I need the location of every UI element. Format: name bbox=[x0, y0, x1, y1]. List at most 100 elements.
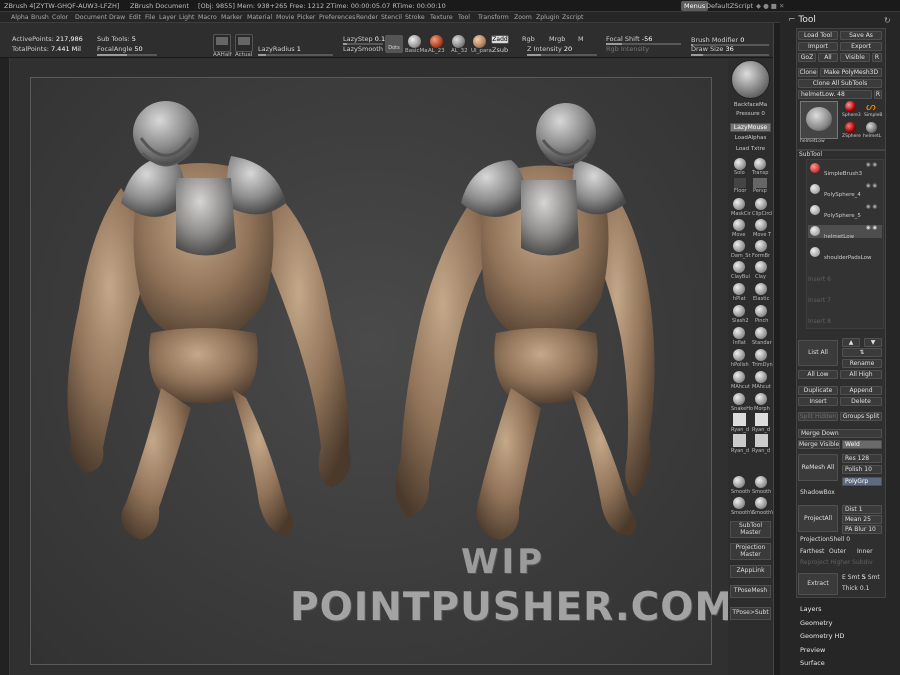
projectall-button[interactable]: ProjectAll bbox=[798, 505, 838, 532]
goz-visible-button[interactable]: Visible bbox=[840, 53, 870, 62]
menu-draw[interactable]: Draw bbox=[109, 14, 125, 21]
zadd-button[interactable]: Zadd bbox=[491, 35, 509, 44]
ryan-brush-3-icon[interactable] bbox=[733, 434, 746, 447]
all-high-button[interactable]: All High bbox=[840, 370, 882, 379]
panel-splitter[interactable] bbox=[773, 23, 780, 675]
left-tray[interactable] bbox=[0, 58, 10, 675]
menu-zplugin[interactable]: Zplugin bbox=[536, 14, 559, 21]
menu-layer[interactable]: Layer bbox=[159, 14, 176, 21]
subtool-item[interactable]: PolySphere_5 ◉ ◉ bbox=[808, 204, 882, 219]
inner-button[interactable]: Inner bbox=[857, 548, 873, 555]
tpose-subtool-button[interactable]: TPose>Subt bbox=[730, 607, 771, 620]
menu-movie[interactable]: Movie bbox=[276, 14, 294, 21]
standard-icon[interactable] bbox=[755, 327, 767, 339]
solo-icon[interactable] bbox=[734, 158, 746, 170]
projection-shell-slider[interactable]: ProjectionShell 0 bbox=[800, 536, 850, 543]
pinch-icon[interactable] bbox=[755, 305, 767, 317]
lazy-radius-track[interactable] bbox=[258, 54, 333, 56]
menu-preferences[interactable]: Preferences bbox=[319, 14, 355, 21]
z-intensity-slider[interactable]: Z Intensity 20 bbox=[527, 45, 572, 53]
refresh-icon[interactable]: ↻ bbox=[884, 16, 891, 25]
persp-icon[interactable] bbox=[753, 178, 767, 188]
menu-texture[interactable]: Texture bbox=[430, 14, 453, 21]
visibility-eye-icon[interactable]: ◉ ◉ bbox=[866, 183, 877, 189]
menu-transform[interactable]: Transform bbox=[478, 14, 509, 21]
trimdynamic-icon[interactable] bbox=[755, 349, 767, 361]
subtool-master-button[interactable]: SubTool Master bbox=[730, 521, 771, 538]
goz-all-button[interactable]: All bbox=[818, 53, 838, 62]
export-button[interactable]: Export bbox=[840, 42, 882, 51]
maskcircle-icon[interactable] bbox=[733, 198, 745, 210]
layers-section[interactable]: Layers bbox=[800, 605, 822, 613]
rgb-button[interactable]: Rgb bbox=[522, 35, 535, 43]
menu-render[interactable]: Render bbox=[356, 14, 378, 21]
clay-icon[interactable] bbox=[755, 261, 767, 273]
simplebrush-thumb-icon[interactable]: ᔕ bbox=[866, 100, 876, 113]
remesh-all-button[interactable]: ReMesh All bbox=[798, 454, 838, 481]
subtool-item[interactable]: shoulderPadsLow bbox=[808, 246, 882, 261]
brush-modifier-slider[interactable]: Brush Modifier 0 bbox=[691, 36, 744, 44]
lazy-radius-slider[interactable]: LazyRadius 1 bbox=[258, 45, 301, 53]
smoothvalleys-2-icon[interactable] bbox=[755, 497, 767, 509]
mahcut-icon[interactable] bbox=[733, 371, 745, 383]
hplanar-icon[interactable] bbox=[733, 283, 745, 295]
subtool-item-selected[interactable]: helmetLow ◉ ◉ bbox=[808, 225, 882, 240]
polish-slider[interactable]: Polish 10 bbox=[842, 465, 882, 474]
move-brush-icon[interactable] bbox=[733, 219, 745, 231]
window-controls-icon[interactable]: ◆ ● ■ ✕ bbox=[756, 2, 784, 10]
outer-button[interactable]: Outer bbox=[829, 548, 846, 555]
list-all-button[interactable]: List All bbox=[798, 340, 838, 366]
insert-button[interactable]: Insert bbox=[798, 397, 838, 406]
all-low-button[interactable]: All Low bbox=[798, 370, 838, 379]
split-hidden-button[interactable]: Split Hidden bbox=[798, 412, 838, 421]
transp-icon[interactable] bbox=[754, 158, 766, 170]
default-script-button[interactable]: DefaultZScript bbox=[706, 2, 753, 10]
smoothvalleys-icon[interactable] bbox=[733, 497, 745, 509]
focal-angle-slider[interactable]: FocalAngle 50 bbox=[97, 45, 143, 53]
pressure-slider[interactable]: Pressure 0 bbox=[730, 111, 771, 117]
menu-zscript[interactable]: Zscript bbox=[562, 14, 583, 21]
subtool-item[interactable]: SimpleBrush3 ◉ ◉ bbox=[808, 162, 882, 177]
thick-slider[interactable]: Thick 0.1 bbox=[842, 585, 869, 592]
material-al32-icon[interactable] bbox=[452, 35, 465, 48]
zsphere-thumb-icon[interactable] bbox=[845, 122, 856, 133]
dist-slider[interactable]: Dist 1 bbox=[842, 505, 882, 514]
res-slider[interactable]: Res 128 bbox=[842, 454, 882, 463]
current-tool-slider[interactable]: helmetLow. 48 bbox=[798, 90, 872, 99]
mahcut-2-icon[interactable] bbox=[755, 371, 767, 383]
load-texture-button[interactable]: Load Txtre bbox=[730, 146, 771, 152]
material-ui-icon[interactable] bbox=[473, 35, 486, 48]
menu-macro[interactable]: Macro bbox=[198, 14, 217, 21]
visibility-eye-icon[interactable]: ◉ ◉ bbox=[866, 204, 877, 210]
formbrush-icon[interactable] bbox=[755, 240, 767, 252]
menu-marker[interactable]: Marker bbox=[221, 14, 242, 21]
merge-visible-button[interactable]: Merge Visible bbox=[798, 440, 840, 449]
visibility-eye-icon[interactable]: ◉ ◉ bbox=[866, 225, 877, 231]
menu-picker[interactable]: Picker bbox=[297, 14, 315, 21]
weld-button[interactable]: Weld bbox=[842, 440, 882, 449]
material-basic-icon[interactable] bbox=[408, 35, 421, 48]
make-polymesh-button[interactable]: Make PolyMesh3D bbox=[820, 68, 882, 77]
append-button[interactable]: Append bbox=[840, 386, 882, 395]
delete-button[interactable]: Delete bbox=[840, 397, 882, 406]
rename-button[interactable]: Rename bbox=[842, 359, 882, 368]
merge-down-button[interactable]: Merge Down bbox=[798, 429, 882, 438]
menu-tool[interactable]: Tool bbox=[458, 14, 470, 21]
lazy-step-slider[interactable]: LazyStep 0.1 bbox=[343, 35, 385, 43]
arrow-down-icon[interactable]: ▼ bbox=[864, 338, 882, 347]
subtool-item[interactable]: PolySphere_4 ◉ ◉ bbox=[808, 183, 882, 198]
lazymouse-button[interactable]: LazyMouse bbox=[730, 123, 771, 132]
reproject-higher-subdiv-button[interactable]: Reproject Higher Subdiv bbox=[800, 559, 873, 566]
reorder-icon[interactable]: ⇅ bbox=[842, 348, 882, 357]
ryan-brush-4-icon[interactable] bbox=[755, 434, 768, 447]
ryan-brush-icon[interactable] bbox=[733, 413, 746, 426]
shadowbox-button[interactable]: ShadowBox bbox=[800, 489, 835, 496]
menu-material[interactable]: Material bbox=[247, 14, 272, 21]
slash2-icon[interactable] bbox=[733, 305, 745, 317]
hpolish-icon[interactable] bbox=[733, 349, 745, 361]
load-alphas-button[interactable]: LoadAlphas bbox=[730, 135, 771, 141]
actual-button[interactable] bbox=[235, 34, 253, 52]
draw-size-slider[interactable]: Draw Size 36 bbox=[691, 45, 734, 53]
s-smt-slider[interactable]: S Smt bbox=[862, 574, 880, 581]
viewport-canvas[interactable] bbox=[30, 77, 712, 665]
